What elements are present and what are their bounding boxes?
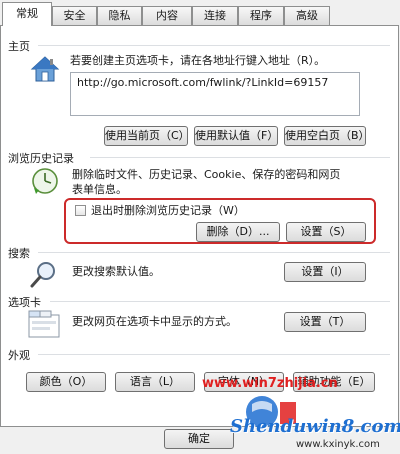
home-section-title: 主页 <box>8 40 30 53</box>
tabs-window-icon <box>28 310 60 338</box>
search-settings-button[interactable]: 设置（I） <box>284 262 366 282</box>
watermark-site-1: www.win7zhijia.cn <box>202 376 338 391</box>
tab-privacy[interactable]: 隐私 <box>97 6 142 25</box>
magnifier-icon <box>30 262 55 288</box>
watermark-site-2: www.kxinyk.com <box>296 439 380 450</box>
colors-button[interactable]: 颜色（O） <box>26 372 106 392</box>
delete-on-exit-checkbox[interactable] <box>75 205 86 216</box>
history-description-line2: 表单信息。 <box>72 183 127 196</box>
search-section-title: 搜索 <box>8 247 30 260</box>
appearance-section-title: 外观 <box>8 349 30 362</box>
tab-connections[interactable]: 连接 <box>192 6 238 25</box>
home-description: 若要创建主页选项卡，请在各地址行键入地址（R）。 <box>70 54 326 67</box>
tab-content[interactable]: 内容 <box>142 6 192 25</box>
tabs-divider <box>50 301 390 302</box>
home-url-textarea[interactable]: http://go.microsoft.com/fwlink/?LinkId=6… <box>70 72 360 116</box>
use-blank-button[interactable]: 使用空白页（B） <box>284 126 370 146</box>
tab-general[interactable]: 常规 <box>2 2 52 26</box>
tabs-section-title: 选项卡 <box>8 296 41 309</box>
use-default-button[interactable]: 使用默认值（F） <box>194 126 278 146</box>
house-icon <box>30 56 60 82</box>
history-clock-icon <box>32 168 58 194</box>
tab-strip: 常规 安全 隐私 内容 连接 程序 高级 <box>0 0 400 26</box>
appearance-divider <box>38 354 390 355</box>
tab-programs[interactable]: 程序 <box>238 6 284 25</box>
watermark-brand: Shenduwin8.com <box>230 416 400 437</box>
tabs-description: 更改网页在选项卡中显示的方式。 <box>72 315 237 328</box>
history-section-title: 浏览历史记录 <box>8 152 74 165</box>
history-settings-button[interactable]: 设置（S） <box>286 222 366 242</box>
home-url-text: http://go.microsoft.com/fwlink/?LinkId=6… <box>77 76 329 89</box>
watermark-overlay: www.win7zhijia.cn Shenduwin8.com www.kxi… <box>180 372 400 454</box>
history-description-line1: 删除临时文件、历史记录、Cookie、保存的密码和网页 <box>72 168 341 181</box>
home-divider <box>38 45 390 46</box>
tab-security[interactable]: 安全 <box>52 6 97 25</box>
search-description: 更改搜索默认值。 <box>72 265 160 278</box>
use-current-button[interactable]: 使用当前页（C） <box>104 126 190 146</box>
delete-history-button[interactable]: 删除（D）... <box>196 222 280 242</box>
search-divider <box>38 252 390 253</box>
history-divider <box>90 157 390 158</box>
tabs-settings-button[interactable]: 设置（T） <box>284 312 366 332</box>
delete-on-exit-label[interactable]: 退出时删除浏览历史记录（W） <box>91 203 245 218</box>
tab-advanced[interactable]: 高级 <box>284 6 330 25</box>
